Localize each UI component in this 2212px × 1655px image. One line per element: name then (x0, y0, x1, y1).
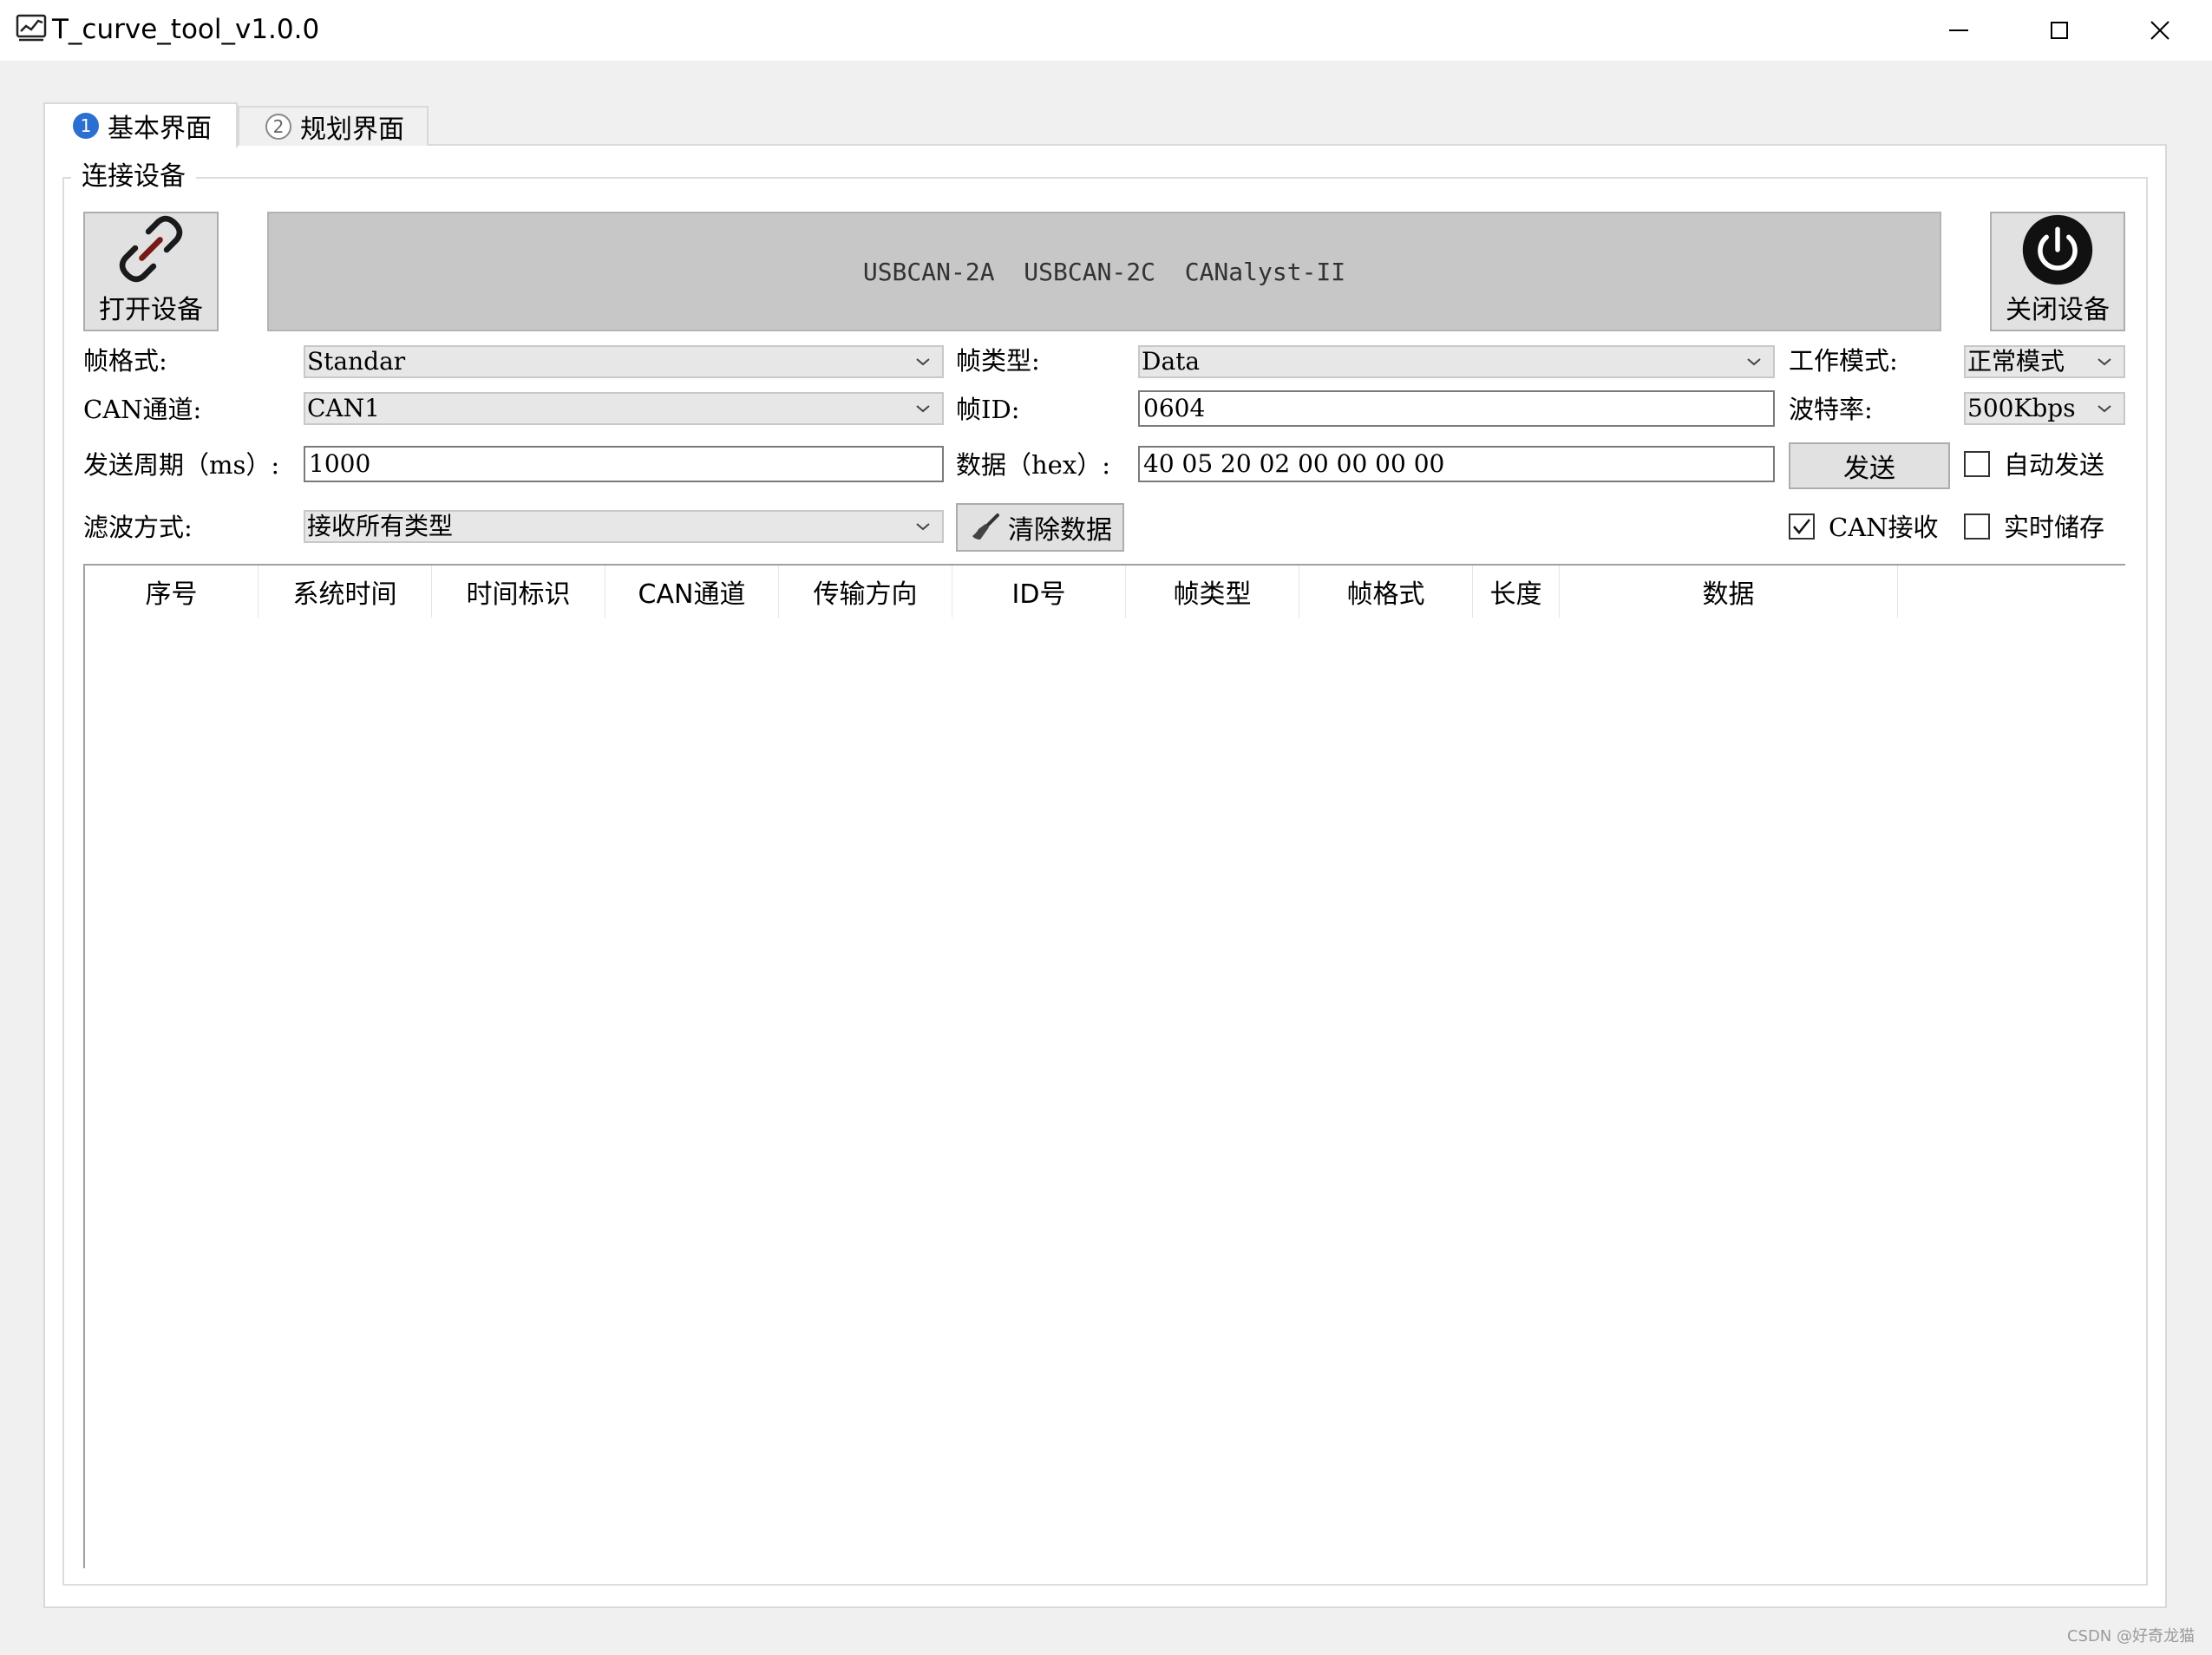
close-window-button[interactable] (2110, 0, 2210, 61)
auto-send-checkbox[interactable] (1964, 451, 1990, 477)
device-list-display: USBCAN-2A USBCAN-2C CANalyst-II (267, 212, 1941, 331)
work-mode-select[interactable]: 正常模式 (1964, 345, 2125, 378)
send-period-value: 1000 (309, 449, 371, 478)
chart-monitor-icon (16, 12, 49, 45)
send-period-label: 发送周期（ms）: (83, 450, 280, 480)
filter-label: 滤波方式: (83, 513, 193, 542)
minimize-button[interactable] (1908, 0, 2009, 61)
frame-format-label: 帧格式: (83, 346, 167, 376)
close-device-button[interactable]: 关闭设备 (1990, 212, 2125, 331)
chevron-down-icon (2097, 358, 2111, 366)
column-header-length[interactable]: 长度 (1473, 566, 1560, 618)
link-chain-icon (119, 215, 183, 283)
column-header-data[interactable]: 数据 (1560, 566, 1898, 618)
tab-number-badge: 1 (73, 113, 99, 139)
realtime-save-label: 实时储存 (2004, 513, 2105, 542)
column-header-timestamp[interactable]: 时间标识 (432, 566, 605, 618)
device-list-text: USBCAN-2A USBCAN-2C CANalyst-II (862, 257, 1346, 286)
frame-type-value: Data (1142, 347, 1201, 376)
can-channel-value: CAN1 (307, 394, 380, 422)
chevron-down-icon (916, 523, 930, 531)
clear-data-label: 清除数据 (1008, 515, 1112, 546)
can-receive-label: CAN接收 (1829, 513, 1939, 542)
clear-data-button[interactable]: 清除数据 (956, 503, 1124, 552)
tab-number-badge: 2 (265, 114, 291, 140)
can-channel-select[interactable]: CAN1 (304, 392, 944, 425)
column-header-can-channel[interactable]: CAN通道 (605, 566, 779, 618)
baud-rate-label: 波特率: (1789, 395, 1873, 424)
frame-format-value: Standar (307, 347, 406, 376)
filter-select[interactable]: 接收所有类型 (304, 510, 944, 543)
baud-rate-select[interactable]: 500Kbps (1964, 392, 2125, 425)
column-header-direction[interactable]: 传输方向 (779, 566, 952, 618)
frame-id-label: 帧ID: (956, 395, 1020, 424)
frame-id-value: 0604 (1143, 394, 1206, 422)
window-title: T_curve_tool_v1.0.0 (52, 14, 320, 45)
can-receive-checkbox[interactable] (1789, 514, 1815, 540)
broom-icon (972, 514, 999, 540)
frame-type-select[interactable]: Data (1138, 345, 1775, 378)
checkmark-icon (1793, 519, 1810, 534)
can-message-table[interactable] (83, 564, 2125, 1568)
close-icon (2150, 21, 2169, 40)
chevron-down-icon (916, 405, 930, 413)
realtime-save-checkbox[interactable] (1964, 514, 1990, 540)
tab-basic[interactable]: 1 基本界面 (43, 102, 238, 147)
send-label: 发送 (1843, 454, 1895, 484)
column-header-system-time[interactable]: 系统时间 (259, 566, 432, 618)
auto-send-label: 自动发送 (2004, 450, 2105, 480)
send-button[interactable]: 发送 (1789, 442, 1950, 489)
column-header-index[interactable]: 序号 (85, 566, 259, 618)
work-mode-label: 工作模式: (1789, 346, 1898, 376)
data-hex-value: 40 05 20 02 00 00 00 00 (1143, 449, 1445, 478)
baud-rate-value: 500Kbps (1967, 394, 2076, 422)
chevron-down-icon (1747, 358, 1761, 366)
tab-label: 规划界面 (300, 114, 404, 145)
watermark: CSDN @好奇龙猫 (2066, 1627, 2195, 1645)
open-device-button[interactable]: 打开设备 (83, 212, 219, 331)
send-period-input[interactable]: 1000 (304, 446, 944, 482)
frame-type-label: 帧类型: (956, 346, 1040, 376)
table-header: 序号 系统时间 时间标识 CAN通道 传输方向 ID号 帧类型 帧格式 长度 数… (85, 566, 1898, 618)
frame-id-input[interactable]: 0604 (1138, 390, 1775, 427)
column-header-id[interactable]: ID号 (952, 566, 1126, 618)
open-device-label: 打开设备 (99, 295, 203, 325)
close-device-label: 关闭设备 (2006, 295, 2110, 325)
frame-format-select[interactable]: Standar (304, 345, 944, 378)
column-header-frame-type[interactable]: 帧类型 (1126, 566, 1299, 618)
work-mode-value: 正常模式 (1967, 347, 2065, 376)
tab-label: 基本界面 (108, 114, 212, 144)
data-hex-input[interactable]: 40 05 20 02 00 00 00 00 (1138, 446, 1775, 482)
column-header-frame-format[interactable]: 帧格式 (1299, 566, 1473, 618)
power-icon (2022, 214, 2093, 285)
filter-value: 接收所有类型 (307, 512, 454, 540)
maximize-icon (2051, 22, 2068, 39)
tab-planning[interactable]: 2 规划界面 (238, 106, 429, 146)
can-channel-label: CAN通道: (83, 395, 202, 424)
chevron-down-icon (2097, 405, 2111, 413)
title-bar (0, 0, 2212, 61)
chevron-down-icon (916, 358, 930, 366)
maximize-button[interactable] (2009, 0, 2110, 61)
minimize-icon (1949, 29, 1968, 31)
group-title: 连接设备 (71, 160, 196, 194)
data-hex-label: 数据（hex）: (956, 450, 1110, 480)
